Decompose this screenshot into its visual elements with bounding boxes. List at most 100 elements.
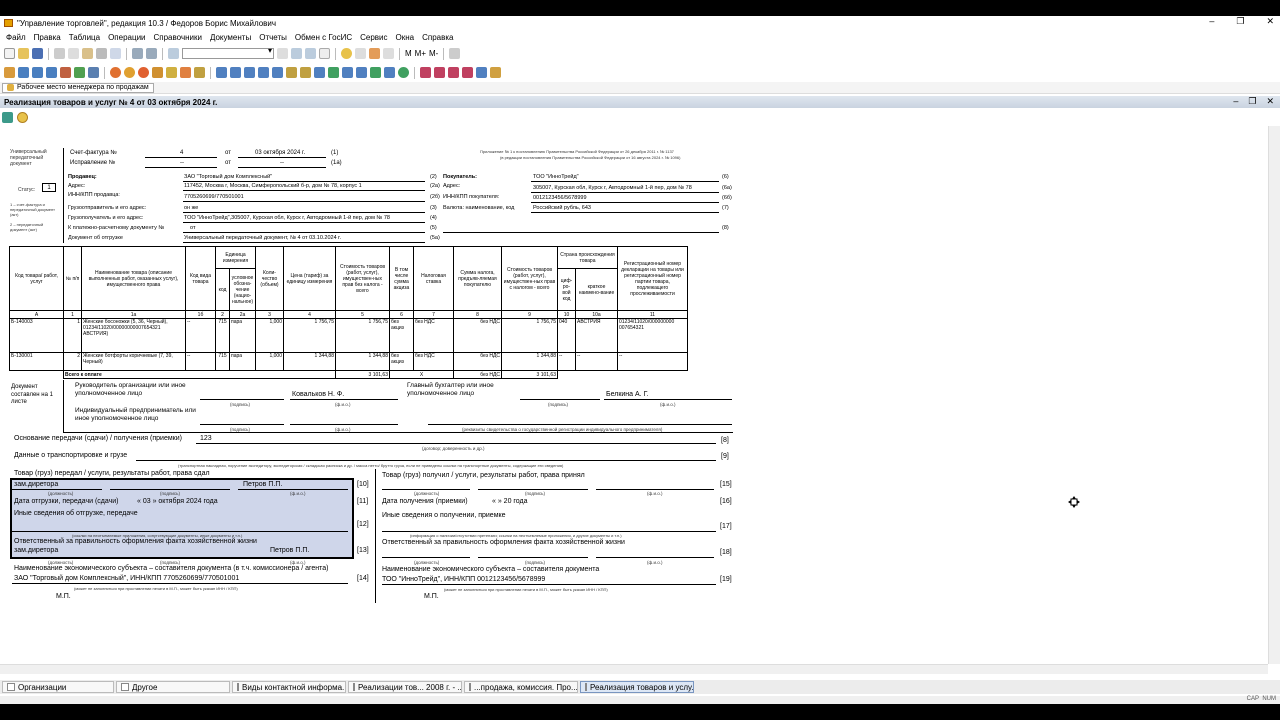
payment-label: К платежно-расчетному документу № [68, 225, 165, 231]
price-c-icon[interactable] [448, 67, 459, 78]
preview-icon[interactable] [110, 48, 121, 59]
menu-documents[interactable]: Документы [210, 33, 251, 42]
memory-plus-button[interactable]: M+ [415, 49, 426, 58]
task-other[interactable]: Другое [116, 681, 230, 693]
redo-icon[interactable] [146, 48, 157, 59]
window-icon[interactable] [319, 48, 330, 59]
register-icon[interactable] [46, 67, 57, 78]
warehouse-icon[interactable] [166, 67, 177, 78]
find-next-icon[interactable] [291, 48, 302, 59]
menu-service[interactable]: Сервис [360, 33, 387, 42]
menu-table[interactable]: Таблица [69, 33, 100, 42]
price-a-icon[interactable] [420, 67, 431, 78]
menu-file[interactable]: Файл [6, 33, 26, 42]
print-icon[interactable] [96, 48, 107, 59]
calculator-icon[interactable] [369, 48, 380, 59]
doc-j-icon[interactable] [342, 67, 353, 78]
grid-icon[interactable] [74, 67, 85, 78]
new-doc-icon[interactable] [4, 48, 15, 59]
divider [63, 380, 64, 432]
open-folder-icon[interactable] [18, 48, 29, 59]
restore-button[interactable]: ❐ [1236, 16, 1244, 27]
doc-l-icon[interactable] [370, 67, 381, 78]
help-bulb-icon[interactable] [341, 48, 352, 59]
menu-operations[interactable]: Операции [108, 33, 145, 42]
fio-caption: (ф.и.о.) [647, 560, 663, 565]
currency-label: Валюта: наименование, код [443, 205, 515, 211]
seller-address-ref: (2а) [430, 183, 440, 189]
doc-g-icon[interactable] [300, 67, 311, 78]
search-combo[interactable] [182, 46, 274, 59]
doc-list-icon[interactable] [32, 67, 43, 78]
calendar-icon[interactable] [355, 48, 366, 59]
menu-help[interactable]: Справка [422, 33, 453, 42]
doc-f-icon[interactable] [286, 67, 297, 78]
doc-c-icon[interactable] [244, 67, 255, 78]
price-f-icon[interactable] [490, 67, 501, 78]
paste-icon[interactable] [82, 48, 93, 59]
basis-label: Основание передачи (сдачи) / получения (… [14, 435, 182, 442]
cash-icon[interactable] [194, 67, 205, 78]
doc-restore-button[interactable]: ❐ [1248, 96, 1256, 107]
minimize-button[interactable]: – [1209, 16, 1214, 27]
find-prev-icon[interactable] [305, 48, 316, 59]
vertical-scrollbar[interactable] [1268, 126, 1280, 664]
payment-icon[interactable] [180, 67, 191, 78]
tab-manager-workplace[interactable]: Рабочее место менеджера по продажам [2, 82, 154, 93]
doc-i-icon[interactable] [328, 67, 339, 78]
journal-icon[interactable] [4, 67, 15, 78]
memory-m-button[interactable]: M [405, 49, 412, 58]
memory-minus-button[interactable]: M- [429, 49, 438, 58]
orange-circle-icon[interactable] [110, 67, 121, 78]
task-current-sale[interactable]: Реализация товаров и услу... [580, 681, 694, 693]
menu-references[interactable]: Справочники [154, 33, 202, 42]
table-icon[interactable] [383, 48, 394, 59]
cut-icon[interactable] [54, 48, 65, 59]
menu-reports[interactable]: Отчеты [259, 33, 287, 42]
task-sales-list[interactable]: Реализации тов... 2008 г. - ... [348, 681, 462, 693]
undo-icon[interactable] [132, 48, 143, 59]
doc-m-icon[interactable] [384, 67, 395, 78]
doc-minimize-button[interactable]: – [1233, 96, 1238, 107]
help-icon[interactable] [17, 111, 28, 123]
task-contact-kinds[interactable]: Виды контактной информа... [232, 681, 346, 693]
entrepreneur-label: Индивидуальный предприниматель или иное … [75, 407, 196, 422]
horizontal-scrollbar[interactable] [0, 664, 1268, 674]
price-b-icon[interactable] [434, 67, 445, 78]
order-icon[interactable] [124, 67, 135, 78]
document-title: Реализация товаров и услуг № 4 от 03 окт… [4, 97, 218, 107]
receive-entity-value: ТОО "ИнноТрейд", ИНН/КПП 0012123456/5678… [382, 576, 546, 583]
doc-action-icon[interactable] [2, 111, 13, 123]
sale-icon[interactable] [138, 67, 149, 78]
price-d-icon[interactable] [462, 67, 473, 78]
save-icon[interactable] [32, 48, 43, 59]
close-button[interactable]: ✕ [1266, 16, 1274, 27]
menu-windows[interactable]: Окна [396, 33, 415, 42]
doc-close-button[interactable]: ✕ [1266, 96, 1274, 107]
catalog-icon[interactable] [18, 67, 29, 78]
doc-a-icon[interactable] [216, 67, 227, 78]
task-commission[interactable]: ...продажа, комиссия. Про... [464, 681, 578, 693]
menu-gosis[interactable]: Обмен с ГосИС [295, 33, 352, 42]
price-e-icon[interactable] [476, 67, 487, 78]
copy-icon[interactable] [68, 48, 79, 59]
invoice-icon[interactable] [152, 67, 163, 78]
th-excise: В том числе сумма акциза [389, 246, 414, 311]
doc-b-icon[interactable] [230, 67, 241, 78]
clear-search-icon[interactable] [277, 48, 288, 59]
search-icon[interactable] [168, 48, 179, 59]
report-icon[interactable] [88, 67, 99, 78]
doc-h-icon[interactable] [314, 67, 325, 78]
settings-icon[interactable] [449, 48, 461, 59]
users-icon[interactable] [60, 67, 71, 78]
task-organizations[interactable]: Организации [2, 681, 114, 693]
status-value: 1 [42, 183, 56, 192]
doc-e-icon[interactable] [272, 67, 283, 78]
menu-edit[interactable]: Правка [34, 33, 61, 42]
col-num: 9 [501, 310, 558, 319]
doc-k-icon[interactable] [356, 67, 367, 78]
doc-n-icon[interactable] [398, 67, 409, 78]
doc-d-icon[interactable] [258, 67, 269, 78]
buyer-address: 305007, Курская обл, Курск г, Автодромны… [533, 185, 692, 191]
head-label: Руководитель организации или иное уполно… [75, 382, 186, 397]
